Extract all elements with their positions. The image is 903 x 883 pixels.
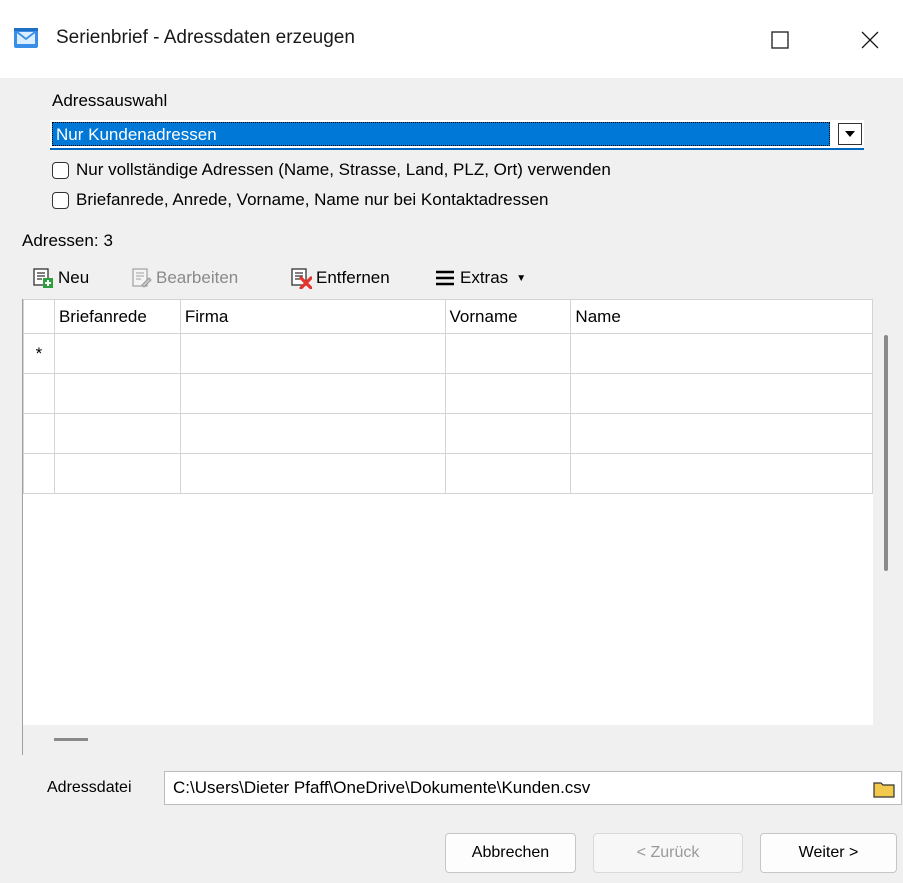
table-cell[interactable] [179,373,446,414]
address-table: Briefanrede Firma Vorname Name * [23,299,873,494]
column-header-firma[interactable]: Firma [179,299,446,334]
mail-merge-app-icon [12,24,40,52]
address-file-label: Adressdatei [47,779,132,796]
remove-button[interactable]: Entfernen [290,264,390,292]
new-button[interactable]: Neu [32,264,89,292]
table-cell[interactable] [570,453,873,494]
add-record-icon [32,267,54,289]
address-count-label: Adressen: 3 [22,231,113,251]
maximize-button[interactable] [752,14,808,66]
row-header-corner [23,299,55,334]
column-header-name[interactable]: Name [570,299,873,334]
address-file-path[interactable]: C:\Users\Dieter Pfaff\OneDrive\Dokumente… [173,778,590,797]
contact-addresses-checkbox-row[interactable]: Briefanrede, Anrede, Vorname, Name nur b… [52,190,549,210]
remove-record-icon [290,267,313,290]
close-icon [861,31,879,49]
extras-button-label: Extras [460,268,509,287]
horizontal-scrollbar[interactable] [54,738,88,741]
vertical-scrollbar[interactable] [884,335,888,571]
row-header [23,453,55,494]
table-cell[interactable] [53,453,181,494]
remove-button-label: Entfernen [316,268,390,287]
title-bar: Serienbrief - Adressdaten erzeugen [0,0,903,78]
table-row[interactable] [23,413,873,454]
edit-button[interactable]: Bearbeiten [130,264,238,292]
new-row-marker: * [23,333,55,374]
table-cell[interactable] [444,373,572,414]
table-cell[interactable] [179,413,446,454]
column-header-briefanrede[interactable]: Briefanrede [53,299,181,334]
hamburger-menu-icon [434,267,456,289]
table-row[interactable] [23,453,873,494]
maximize-icon [771,31,789,49]
chevron-down-icon [845,131,855,137]
adressauswahl-selected-value[interactable]: Nur Kundenadressen [52,122,830,146]
new-button-label: Neu [58,268,90,287]
close-button[interactable] [842,14,898,66]
address-count-caption: Adressen: [22,231,99,250]
contact-addresses-label[interactable]: Briefanrede, Anrede, Vorname, Name nur b… [76,190,549,210]
table-cell[interactable] [444,413,572,454]
table-cell[interactable] [53,413,181,454]
column-header-vorname[interactable]: Vorname [444,299,572,334]
table-row[interactable] [23,373,873,414]
extras-menu-button[interactable]: Extras ▼ [434,264,526,292]
row-header [23,413,55,454]
address-file-input[interactable]: C:\Users\Dieter Pfaff\OneDrive\Dokumente… [164,771,902,805]
grid-toolbar: Neu Bearbeiten Entfernen Extras ▼ [22,258,882,298]
adressauswahl-select[interactable]: Nur Kundenadressen [50,120,864,150]
table-cell[interactable] [53,333,181,374]
small-dropdown-caret-icon: ▼ [516,272,527,284]
edit-record-icon [130,267,152,289]
back-button[interactable]: < Zurück [593,833,743,873]
table-cell[interactable] [179,333,446,374]
window-title: Serienbrief - Adressdaten erzeugen [56,27,355,48]
grid-bottom-divider [22,725,23,755]
edit-button-label: Bearbeiten [156,268,239,287]
address-grid[interactable]: Briefanrede Firma Vorname Name * [22,299,873,725]
table-cell[interactable] [179,453,446,494]
cancel-button[interactable]: Abbrechen [445,833,576,873]
table-cell[interactable] [444,333,572,374]
complete-addresses-checkbox[interactable] [52,161,69,179]
table-header-row: Briefanrede Firma Vorname Name [23,299,873,334]
row-header [23,373,55,414]
table-cell[interactable] [444,453,572,494]
table-row[interactable]: * [23,333,873,374]
contact-addresses-checkbox[interactable] [52,191,69,209]
dropdown-arrow-button[interactable] [838,123,862,145]
complete-addresses-label[interactable]: Nur vollständige Adressen (Name, Strasse… [76,160,611,180]
table-cell[interactable] [53,373,181,414]
table-cell[interactable] [570,373,873,414]
folder-icon[interactable] [873,778,895,798]
table-cell[interactable] [570,333,873,374]
adressauswahl-label: Adressauswahl [52,91,168,110]
complete-addresses-checkbox-row[interactable]: Nur vollständige Adressen (Name, Strasse… [52,160,611,180]
address-count-value: 3 [103,231,114,250]
table-cell[interactable] [570,413,873,454]
next-button[interactable]: Weiter > [760,833,897,873]
